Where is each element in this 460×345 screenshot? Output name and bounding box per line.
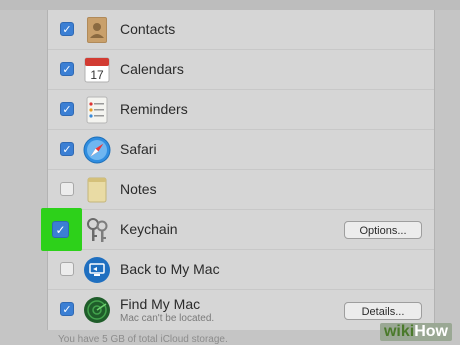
service-row-reminders: ✓ Reminders <box>48 90 434 130</box>
watermark-suffix: How <box>414 323 448 340</box>
contacts-label: Contacts <box>120 21 176 37</box>
service-row-contacts: ✓ Contacts <box>48 10 434 50</box>
safari-label: Safari <box>120 141 157 157</box>
calendars-checkbox[interactable]: ✓ <box>60 62 74 76</box>
calendars-label: Calendars <box>120 61 184 77</box>
safari-icon <box>83 136 111 164</box>
keychain-label: Keychain <box>120 221 178 237</box>
keychain-icon <box>87 218 108 242</box>
reminders-checkbox[interactable]: ✓ <box>60 102 74 116</box>
find-my-mac-label: Find My Mac <box>120 296 201 312</box>
storage-footer-text: You have 5 GB of total iCloud storage. <box>58 334 228 345</box>
keychain-checkbox-highlighted[interactable]: ✓ <box>52 221 69 238</box>
service-row-keychain: ✓ Keychain Options... <box>48 210 434 250</box>
icloud-services-list: ✓ Contacts ✓ 17 Calendars ✓ Reminders ✓ <box>47 10 435 330</box>
contacts-checkbox[interactable]: ✓ <box>60 22 74 36</box>
find-my-mac-checkbox[interactable]: ✓ <box>60 302 74 316</box>
notes-label: Notes <box>120 181 157 197</box>
back-to-my-mac-label: Back to My Mac <box>120 261 220 277</box>
calendar-icon: 17 <box>84 57 110 83</box>
reminders-label: Reminders <box>120 101 188 117</box>
window-top-edge <box>0 0 460 10</box>
contacts-icon <box>87 17 107 43</box>
service-row-safari: ✓ Safari <box>48 130 434 170</box>
calendar-day-text: 17 <box>90 68 104 82</box>
back-to-my-mac-icon <box>84 257 110 283</box>
service-row-notes: Notes <box>48 170 434 210</box>
safari-checkbox[interactable]: ✓ <box>60 142 74 156</box>
find-my-mac-details-button[interactable]: Details... <box>344 302 422 320</box>
watermark-prefix: wiki <box>383 323 415 340</box>
service-row-find-my-mac: ✓ Find My Mac Mac can't be located. Deta… <box>48 290 434 330</box>
find-my-mac-status: Mac can't be located. <box>120 313 215 324</box>
notes-icon <box>87 177 107 203</box>
wikihow-watermark: wikiHow <box>379 323 452 341</box>
keychain-options-button[interactable]: Options... <box>344 221 422 239</box>
find-my-mac-icon <box>84 297 110 323</box>
service-row-calendars: ✓ 17 Calendars <box>48 50 434 90</box>
back-to-my-mac-checkbox[interactable] <box>60 262 74 276</box>
notes-checkbox[interactable] <box>60 182 74 196</box>
reminders-icon <box>86 96 108 124</box>
service-row-back-to-my-mac: Back to My Mac <box>48 250 434 290</box>
